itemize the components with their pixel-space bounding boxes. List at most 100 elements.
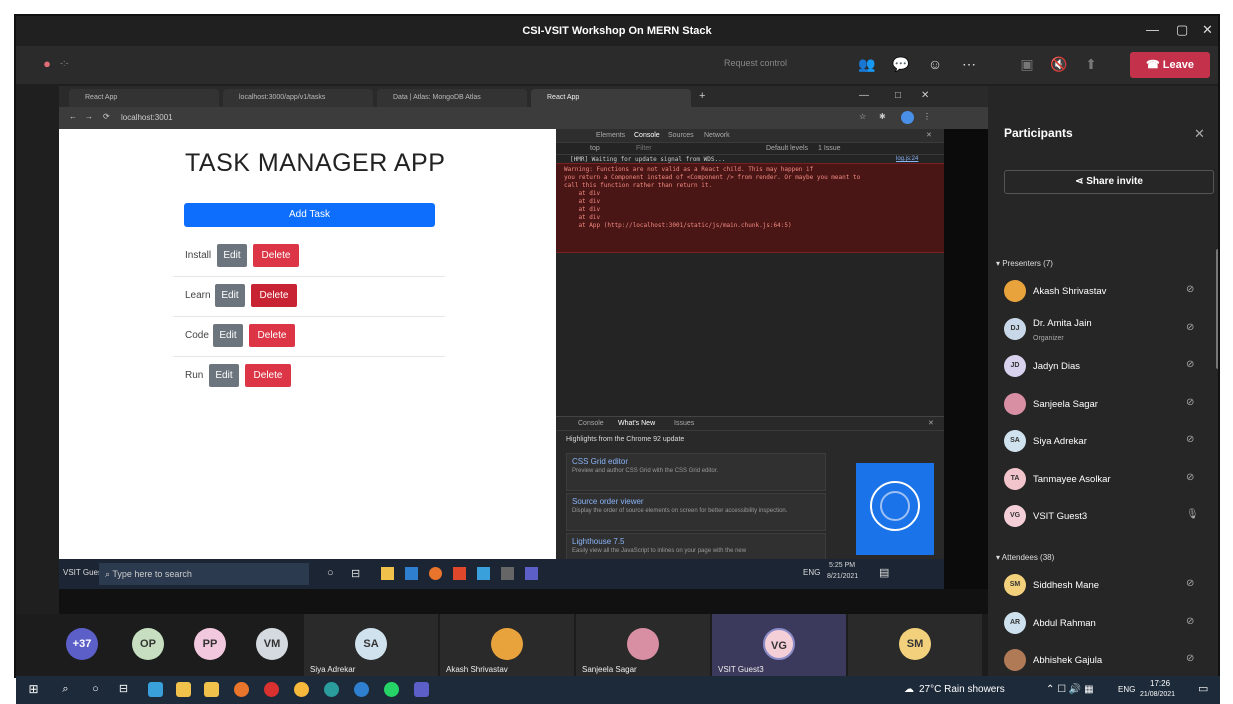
cortana-icon[interactable]: ○ <box>88 682 103 697</box>
log-source-link[interactable]: log.js:24 <box>896 156 918 162</box>
edit-button[interactable]: Edit <box>215 284 245 307</box>
participant-row[interactable]: TA Tanmayee Asolkar ⊘ <box>1004 465 1204 495</box>
attendee-row[interactable]: SM Siddhesh Mane ⊘ <box>1004 571 1204 601</box>
vscode-icon[interactable] <box>405 567 418 580</box>
add-task-button[interactable]: Add Task <box>184 203 435 227</box>
delete-button[interactable]: Delete <box>245 364 291 387</box>
weather-text[interactable]: 27°C Rain showers <box>919 684 1005 695</box>
delete-button[interactable]: Delete <box>251 284 297 307</box>
mic-off-icon[interactable]: 🔇 <box>1050 55 1068 73</box>
participant-row[interactable]: Sanjeela Sagar ⊘ <box>1004 390 1204 420</box>
file-explorer-icon[interactable] <box>381 567 394 580</box>
devtools-tab[interactable]: Sources <box>668 132 694 139</box>
devtools-tab[interactable]: Elements <box>596 132 625 139</box>
edit-button[interactable]: Edit <box>217 244 247 267</box>
delete-button[interactable]: Delete <box>253 244 299 267</box>
teams-icon[interactable] <box>414 682 429 697</box>
minimize-icon[interactable]: — <box>1146 22 1159 37</box>
avatar[interactable]: OP <box>132 628 164 660</box>
drawer-close-icon[interactable]: ✕ <box>928 419 934 427</box>
windows-start-icon[interactable]: ⊞ <box>26 682 41 697</box>
whats-new-card[interactable]: Source order viewer Display the order of… <box>566 493 826 531</box>
reactions-icon[interactable]: ☺ <box>926 55 944 73</box>
browser-maximize-icon[interactable]: □ <box>895 90 901 101</box>
drawer-tab-active[interactable]: What's New <box>618 420 655 427</box>
devtools-tab[interactable]: Network <box>704 132 730 139</box>
video-tile[interactable]: Sanjeela Sagar <box>576 614 710 676</box>
new-tab-icon[interactable]: + <box>699 90 705 102</box>
scrollbar[interactable] <box>1216 249 1218 369</box>
edge-icon[interactable] <box>324 682 339 697</box>
avatar[interactable]: VM <box>256 628 288 660</box>
context-select[interactable]: top <box>590 145 600 152</box>
maximize-icon[interactable]: ▢ <box>1176 22 1188 38</box>
participant-row[interactable]: JD Jadyn Dias ⊘ <box>1004 352 1204 382</box>
firefox-icon[interactable] <box>429 567 442 580</box>
url-field[interactable]: localhost:3001 <box>121 113 173 122</box>
browser-close-icon[interactable]: ✕ <box>921 90 929 101</box>
browser-tab[interactable]: React App <box>69 89 219 107</box>
participant-row[interactable]: VG VSIT Guest3 🎙 <box>1004 502 1204 532</box>
app-icon[interactable] <box>477 567 490 580</box>
issues-badge[interactable]: 1 Issue <box>818 145 841 152</box>
task-view-icon[interactable]: ⊟ <box>116 682 131 697</box>
tray-icons[interactable]: ⌃ ☐ 🔊 ▦ <box>1046 684 1094 695</box>
lang-indicator[interactable]: ENG <box>1118 685 1135 694</box>
task-view-icon[interactable]: ⊟ <box>351 567 360 580</box>
request-control-button[interactable]: Request control <box>724 58 787 68</box>
devtools-close-icon[interactable]: ✕ <box>926 131 932 139</box>
forward-icon[interactable]: → <box>85 112 93 121</box>
whatsapp-icon[interactable] <box>384 682 399 697</box>
mail-icon[interactable] <box>148 682 163 697</box>
attendee-row[interactable]: AR Abdul Rahman ⊘ <box>1004 609 1204 639</box>
notifications-icon[interactable]: ▤ <box>879 566 889 579</box>
presenters-header[interactable]: ▾ Presenters (7) <box>996 259 1053 268</box>
video-tile-self[interactable]: VG VSIT Guest3 <box>712 614 846 676</box>
participants-icon[interactable]: 👥 <box>858 55 876 73</box>
teams-icon[interactable] <box>525 567 538 580</box>
levels-select[interactable]: Default levels <box>766 145 808 152</box>
store-icon[interactable] <box>176 682 191 697</box>
attendee-row[interactable]: Abhishek Gajula ⊘ <box>1004 646 1204 676</box>
app-icon[interactable] <box>354 682 369 697</box>
app-icon[interactable] <box>453 567 466 580</box>
browser-tab[interactable]: Data | Atlas: MongoDB Atlas <box>377 89 527 107</box>
chat-icon[interactable]: 💬 <box>892 55 910 73</box>
browser-minimize-icon[interactable]: — <box>859 90 869 101</box>
reload-icon[interactable]: ⟳ <box>103 112 110 121</box>
search-input[interactable]: ⌕ Type here to search <box>99 563 309 585</box>
chrome-icon[interactable] <box>294 682 309 697</box>
participant-row[interactable]: DJ Dr. Amita Jain Organizer ⊘ <box>1004 315 1204 345</box>
video-tile[interactable]: Akash Shrivastav <box>440 614 574 676</box>
camera-off-icon[interactable]: ▣ <box>1018 55 1036 73</box>
avatar[interactable]: PP <box>194 628 226 660</box>
filter-input[interactable]: Filter <box>636 145 652 152</box>
participant-row[interactable]: Akash Shrivastav ⊘ <box>1004 277 1204 307</box>
opera-icon[interactable] <box>264 682 279 697</box>
share-invite-button[interactable]: ⋖ Share invite <box>1004 170 1214 194</box>
clock-date[interactable]: 21/08/2021 <box>1140 691 1175 698</box>
cortana-icon[interactable]: ○ <box>327 567 334 579</box>
clock-time[interactable]: 17:26 <box>1150 679 1170 688</box>
attendees-header[interactable]: ▾ Attendees (38) <box>996 553 1054 562</box>
terminal-icon[interactable] <box>501 567 514 580</box>
firefox-icon[interactable] <box>234 682 249 697</box>
browser-tab-active[interactable]: React App <box>531 89 691 107</box>
profile-icon[interactable] <box>901 111 914 124</box>
leave-button[interactable]: ☎ Leave <box>1130 52 1210 78</box>
menu-icon[interactable]: ⋮ <box>923 112 931 121</box>
file-explorer-icon[interactable] <box>204 682 219 697</box>
close-icon[interactable]: ✕ <box>1202 22 1213 38</box>
whats-new-card[interactable]: CSS Grid editor Preview and author CSS G… <box>566 453 826 491</box>
video-tile[interactable]: SM <box>848 614 982 676</box>
share-tray-icon[interactable]: ⬆ <box>1082 55 1100 73</box>
more-icon[interactable]: ⋯ <box>960 55 978 73</box>
browser-tab[interactable]: localhost:3000/app/v1/tasks <box>223 89 373 107</box>
close-panel-icon[interactable]: ✕ <box>1194 126 1205 142</box>
overflow-count[interactable]: +37 <box>66 628 98 660</box>
back-icon[interactable]: ← <box>69 112 77 121</box>
bookmark-icon[interactable]: ☆ <box>859 112 866 121</box>
video-tile[interactable]: SA Siya Adrekar <box>304 614 438 676</box>
extensions-icon[interactable]: ✱ <box>879 112 886 121</box>
edit-button[interactable]: Edit <box>209 364 239 387</box>
